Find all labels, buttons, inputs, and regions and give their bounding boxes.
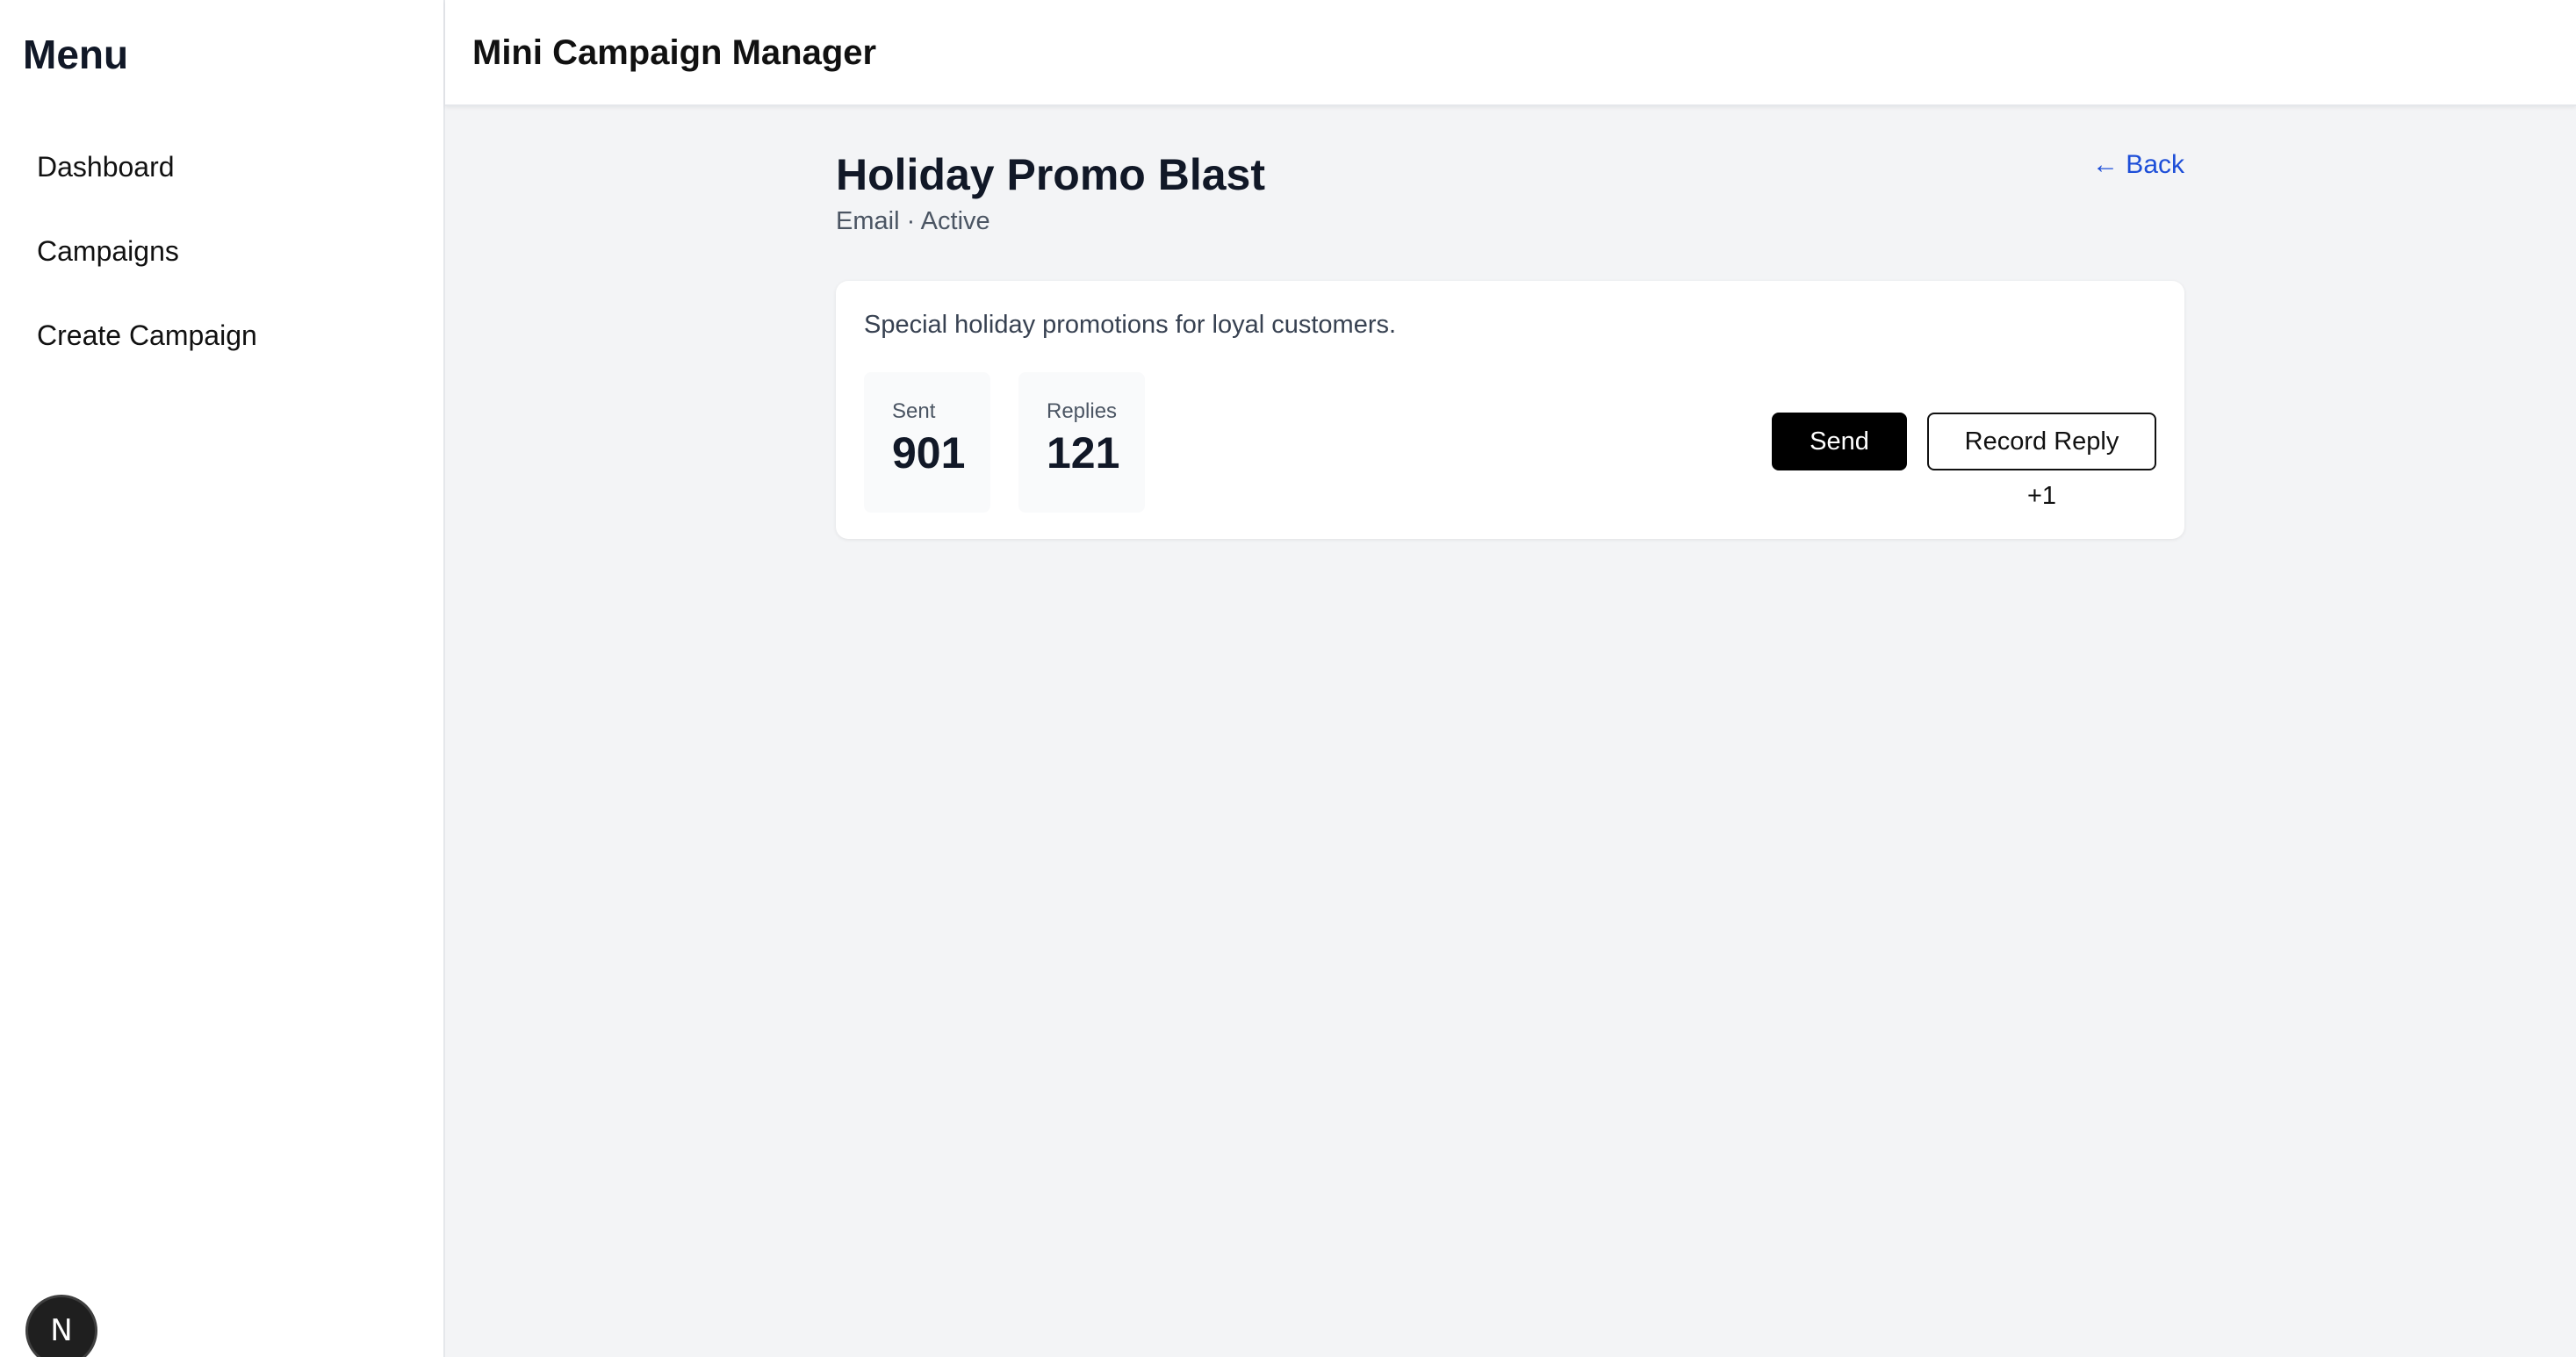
- page-title: Holiday Promo Blast: [836, 150, 1265, 199]
- campaign-description: Special holiday promotions for loyal cus…: [864, 311, 1397, 339]
- top-header: Mini Campaign Manager: [445, 0, 2576, 106]
- sidebar-nav: Dashboard Campaigns Create Campaign: [23, 132, 427, 384]
- send-button[interactable]: Send +1: [1772, 413, 1907, 510]
- nextjs-logo-icon[interactable]: N: [28, 1297, 95, 1357]
- campaign-meta: Email · Active: [836, 207, 990, 235]
- stat-sent-label: Sent: [892, 399, 936, 423]
- stat-replies: Replies 121: [1018, 372, 1145, 513]
- stat-sent: Sent 901: [864, 372, 990, 513]
- app: Menu Dashboard Campaigns Create Campaign…: [0, 0, 2576, 1357]
- sidebar: Menu Dashboard Campaigns Create Campaign…: [0, 0, 445, 1357]
- stat-sent-value: 901: [892, 428, 966, 477]
- sidebar-title: Menu: [23, 32, 129, 77]
- app-title: Mini Campaign Manager: [472, 33, 877, 72]
- stat-replies-value: 121: [1047, 428, 1120, 477]
- sidebar-item-dashboard[interactable]: Dashboard: [23, 132, 427, 202]
- sidebar-item-create-campaign[interactable]: Create Campaign: [23, 300, 427, 370]
- sidebar-item-campaigns[interactable]: Campaigns: [23, 216, 427, 286]
- back-link[interactable]: ← Back: [2092, 146, 2184, 184]
- stat-replies-label: Replies: [1047, 399, 1118, 423]
- record-reply-button[interactable]: Record Reply +1: [1927, 413, 2156, 510]
- campaign-card: Special holiday promotions for loyal cus…: [836, 281, 2184, 539]
